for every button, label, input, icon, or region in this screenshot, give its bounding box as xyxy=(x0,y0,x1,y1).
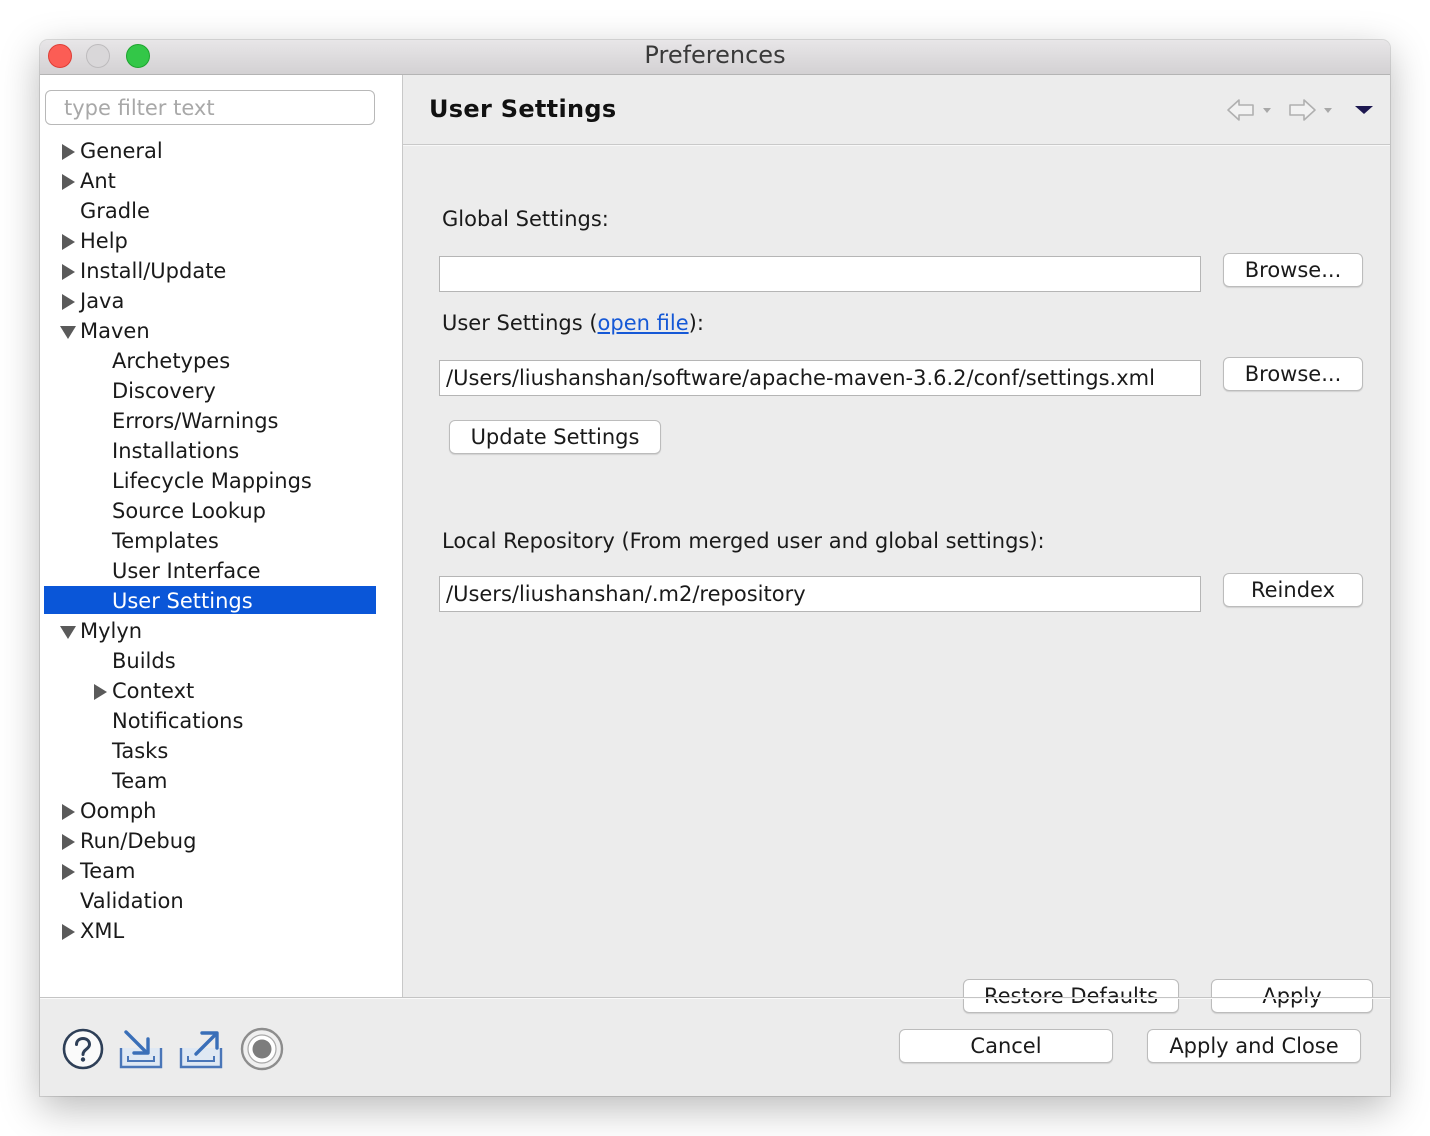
tree-item-installations[interactable]: Installations xyxy=(40,436,402,466)
tree-item-label: User Interface xyxy=(112,559,261,583)
oomph-record-icon[interactable] xyxy=(239,1026,285,1072)
collapsed-triangle-icon[interactable] xyxy=(60,826,76,856)
apply-button[interactable]: Apply xyxy=(1211,979,1373,1013)
user-settings-label: User Settings (open file): xyxy=(442,311,704,335)
tree-item-label: User Settings xyxy=(112,589,253,613)
tree-item-gradle[interactable]: Gradle xyxy=(40,196,402,226)
tree-item-notifications[interactable]: Notifications xyxy=(40,706,402,736)
tree-item-run-debug[interactable]: Run/Debug xyxy=(40,826,402,856)
expanded-triangle-icon[interactable] xyxy=(60,616,76,646)
preference-tree: General Ant Gradle Help Install/Update Java Ma… xyxy=(40,136,402,946)
tree-item-label: Help xyxy=(80,229,128,253)
tree-item-label: Mylyn xyxy=(80,619,143,643)
help-icon[interactable] xyxy=(60,1026,106,1072)
tree-item-context[interactable]: Context xyxy=(40,676,402,706)
open-file-link[interactable]: open file xyxy=(598,311,689,335)
collapsed-triangle-icon[interactable] xyxy=(92,676,108,706)
title-bar: Preferences xyxy=(40,40,1390,75)
page-title: User Settings xyxy=(429,95,617,123)
collapsed-triangle-icon[interactable] xyxy=(60,166,76,196)
tree-item-label: Install/Update xyxy=(80,259,227,283)
tree-item-label: Installations xyxy=(112,439,240,463)
tree-item-templates[interactable]: Templates xyxy=(40,526,402,556)
user-settings-field[interactable] xyxy=(439,360,1201,396)
view-menu-icon[interactable] xyxy=(1353,99,1375,121)
forward-arrow-icon[interactable] xyxy=(1286,97,1336,123)
tree-item-label: Gradle xyxy=(80,199,150,223)
tree-item-label: Templates xyxy=(112,529,219,553)
tree-item-label: Java xyxy=(80,289,125,313)
tree-item-label: XML xyxy=(80,919,125,943)
tree-item-team[interactable]: Team xyxy=(40,856,402,886)
collapsed-triangle-icon[interactable] xyxy=(60,796,76,826)
tree-item-mylyn[interactable]: Mylyn xyxy=(40,616,402,646)
tree-item-validation[interactable]: Validation xyxy=(40,886,402,916)
apply-and-close-button[interactable]: Apply and Close xyxy=(1147,1029,1361,1063)
tree-item-discovery[interactable]: Discovery xyxy=(40,376,402,406)
tree-item-user-interface[interactable]: User Interface xyxy=(40,556,402,586)
export-icon[interactable] xyxy=(178,1026,224,1072)
tree-item-maven[interactable]: Maven xyxy=(40,316,402,346)
update-settings-button[interactable]: Update Settings xyxy=(449,420,661,454)
tree-item-source-lookup[interactable]: Source Lookup xyxy=(40,496,402,526)
tree-item-label: Validation xyxy=(80,889,184,913)
window-title: Preferences xyxy=(644,41,786,69)
tree-item-oomph[interactable]: Oomph xyxy=(40,796,402,826)
tree-item-label: Lifecycle Mappings xyxy=(112,469,312,493)
tree-item-label: Builds xyxy=(112,649,176,673)
tree-item-team[interactable]: Team xyxy=(40,766,402,796)
tree-item-label: Run/Debug xyxy=(80,829,197,853)
tree-item-ant[interactable]: Ant xyxy=(40,166,402,196)
collapsed-triangle-icon[interactable] xyxy=(60,226,76,256)
tree-item-label: Archetypes xyxy=(112,349,231,373)
collapsed-triangle-icon[interactable] xyxy=(60,916,76,946)
cancel-button[interactable]: Cancel xyxy=(899,1029,1113,1063)
tree-item-label: Maven xyxy=(80,319,150,343)
local-repository-label: Local Repository (From merged user and g… xyxy=(442,529,1045,553)
tree-item-label: Discovery xyxy=(112,379,216,403)
tree-item-label: Tasks xyxy=(112,739,169,763)
import-icon[interactable] xyxy=(118,1026,164,1072)
preference-page: User Settings Global Settings: Browse...… xyxy=(403,75,1390,1013)
tree-item-install-update[interactable]: Install/Update xyxy=(40,256,402,286)
back-arrow-icon[interactable] xyxy=(1225,97,1275,123)
filter-input[interactable] xyxy=(45,90,375,125)
global-settings-field[interactable] xyxy=(439,256,1201,292)
tree-item-help[interactable]: Help xyxy=(40,226,402,256)
tree-item-java[interactable]: Java xyxy=(40,286,402,316)
collapsed-triangle-icon[interactable] xyxy=(60,136,76,166)
tree-item-label: Errors/Warnings xyxy=(112,409,279,433)
tree-item-label: Team xyxy=(80,859,136,883)
collapsed-triangle-icon[interactable] xyxy=(60,856,76,886)
reindex-button[interactable]: Reindex xyxy=(1223,573,1363,607)
tree-item-archetypes[interactable]: Archetypes xyxy=(40,346,402,376)
local-repository-field[interactable] xyxy=(439,576,1201,612)
preferences-window: Preferences General Ant Gradle Help Install/… xyxy=(40,40,1390,1096)
tree-item-label: Oomph xyxy=(80,799,157,823)
tree-item-errors-warnings[interactable]: Errors/Warnings xyxy=(40,406,402,436)
global-browse-button[interactable]: Browse... xyxy=(1223,253,1363,287)
user-browse-button[interactable]: Browse... xyxy=(1223,357,1363,391)
expanded-triangle-icon[interactable] xyxy=(60,316,76,346)
collapsed-triangle-icon[interactable] xyxy=(60,256,76,286)
tree-item-label: Source Lookup xyxy=(112,499,266,523)
tree-item-builds[interactable]: Builds xyxy=(40,646,402,676)
tree-item-label: General xyxy=(80,139,163,163)
tree-item-xml[interactable]: XML xyxy=(40,916,402,946)
preference-tree-pane: General Ant Gradle Help Install/Update Java Ma… xyxy=(40,75,403,997)
tree-item-general[interactable]: General xyxy=(40,136,402,166)
tree-item-tasks[interactable]: Tasks xyxy=(40,736,402,766)
tree-item-lifecycle-mappings[interactable]: Lifecycle Mappings xyxy=(40,466,402,496)
tree-item-label: Ant xyxy=(80,169,116,193)
restore-defaults-button[interactable]: Restore Defaults xyxy=(963,979,1179,1013)
tree-item-label: Team xyxy=(112,769,168,793)
collapsed-triangle-icon[interactable] xyxy=(60,286,76,316)
global-settings-label: Global Settings: xyxy=(442,207,609,231)
tree-item-label: Notifications xyxy=(112,709,244,733)
tree-item-user-settings[interactable]: User Settings xyxy=(40,586,402,616)
tree-item-label: Context xyxy=(112,679,195,703)
